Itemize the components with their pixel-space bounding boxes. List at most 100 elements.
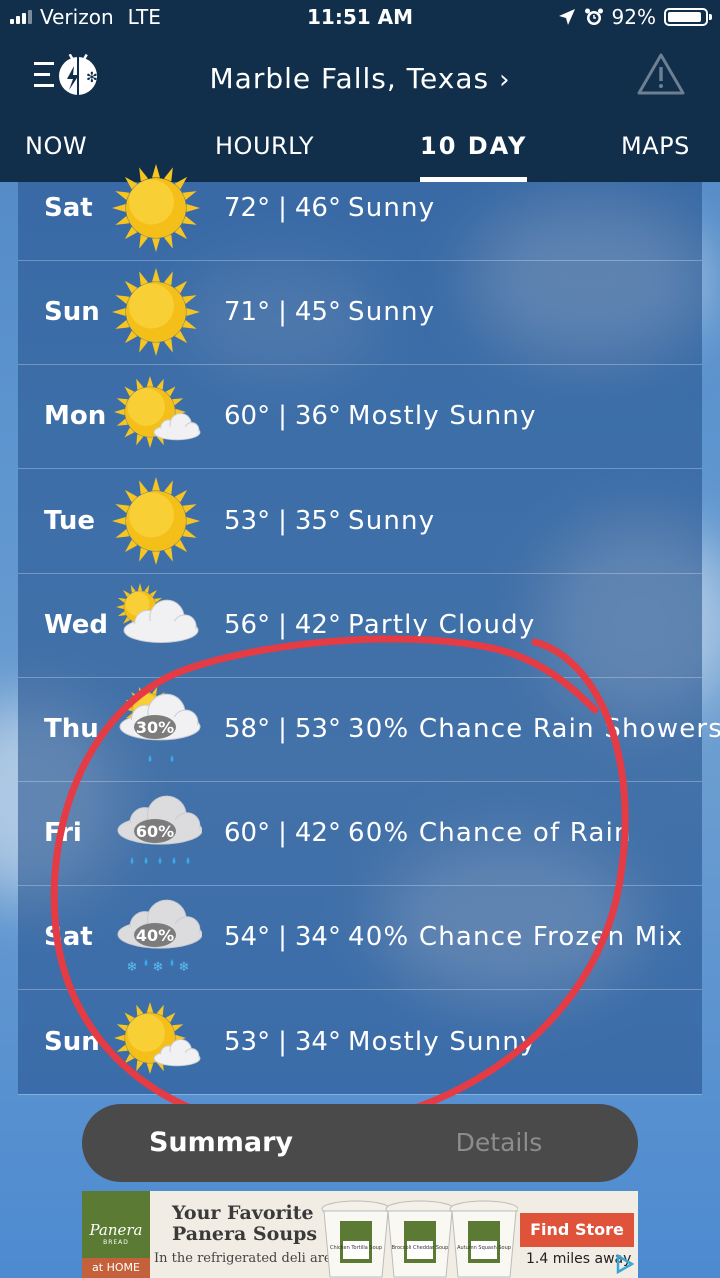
- forecast-row[interactable]: Mon 60° | 36° Mostly Sunny: [18, 364, 702, 470]
- temp-separator: |: [278, 297, 287, 328]
- forecast-condition: 30% Chance Rain Showers: [348, 714, 720, 744]
- soup-containers-image: Chicken Tortilla Soup Broccoli Cheddar S…: [321, 1200, 518, 1278]
- low-temp: 35°: [294, 505, 341, 536]
- chevron-right-icon: ›: [499, 65, 511, 95]
- rain-showers-icon: 30%: [119, 685, 201, 762]
- high-temp: 60°: [224, 401, 271, 432]
- ad-banner[interactable]: Panera BREAD at HOME Your Favorite Paner…: [82, 1191, 638, 1278]
- panera-logo: Panera BREAD at HOME: [82, 1191, 150, 1278]
- mostly-sunny-icon: [114, 376, 201, 449]
- sunny-icon: [112, 268, 200, 357]
- warning-triangle-icon[interactable]: [636, 52, 686, 96]
- soup-label-1: Chicken Tortilla Soup: [330, 1245, 382, 1251]
- forecast-temps: 54° | 34°: [224, 885, 341, 989]
- forecast-temps: 53° | 34°: [224, 990, 341, 1094]
- forecast-condition: Sunny: [348, 297, 436, 328]
- forecast-row[interactable]: Tue 53° | 35° Sunny: [18, 469, 702, 574]
- brand-sub: BREAD: [103, 1239, 129, 1246]
- location-selector[interactable]: Marble Falls, Texas ›: [0, 62, 720, 95]
- forecast-day: Wed: [44, 609, 108, 640]
- sunny-icon: [112, 164, 200, 252]
- forecast-temps: 72° | 46°: [224, 156, 341, 260]
- details-button[interactable]: Details: [360, 1104, 638, 1182]
- high-temp: 58°: [224, 714, 271, 744]
- forecast-row[interactable]: Fri 60% 60° | 42° 60% Chance of Rain: [18, 781, 702, 887]
- location-name: Marble Falls, Texas: [209, 62, 490, 95]
- forecast-condition: Sunny: [348, 505, 436, 536]
- svg-text:❄: ❄: [153, 960, 164, 975]
- temp-separator: |: [278, 193, 287, 223]
- low-temp: 34°: [294, 1026, 341, 1057]
- forecast-row[interactable]: Thu 30% 58° | 53° 30% Chance Rain Showers: [18, 677, 720, 782]
- forecast-row[interactable]: Sun 71° | 45° Sunny: [18, 260, 702, 366]
- status-bar: Verizon LTE 11:51 AM 92%: [0, 0, 720, 36]
- forecast-day: Tue: [44, 505, 96, 536]
- low-temp: 53°: [294, 714, 341, 744]
- forecast-day: Fri: [44, 818, 82, 849]
- adchoices-icon[interactable]: [614, 1254, 634, 1274]
- svg-text:40%: 40%: [136, 926, 174, 945]
- low-temp: 46°: [294, 193, 341, 223]
- mostly-sunny-icon: [114, 1001, 201, 1074]
- forecast-row[interactable]: Sat 72° | 46° Sunny: [18, 156, 702, 261]
- forecast-condition: Mostly Sunny: [348, 401, 537, 432]
- alarm-clock-icon: [584, 8, 603, 25]
- high-temp: 60°: [224, 818, 271, 849]
- forecast-condition: 40% Chance Frozen Mix: [348, 922, 684, 953]
- forecast-temps: 56° | 42°: [224, 573, 341, 677]
- forecast-day: Sun: [44, 297, 100, 328]
- high-temp: 53°: [224, 505, 271, 536]
- high-temp: 53°: [224, 1026, 271, 1057]
- brand-name: Panera: [89, 1221, 143, 1239]
- forecast-day: Sun: [44, 1026, 100, 1057]
- forecast-temps: 58° | 53°: [224, 677, 341, 781]
- battery-percent: 92%: [611, 5, 656, 29]
- svg-text:❄: ❄: [179, 960, 190, 975]
- low-temp: 42°: [294, 818, 341, 849]
- temp-separator: |: [278, 1026, 287, 1057]
- summary-details-toggle: Summary Details: [82, 1104, 638, 1182]
- forecast-day: Thu: [44, 714, 99, 744]
- app-header: ✻ Marble Falls, Texas ›: [0, 36, 720, 124]
- low-temp: 42°: [294, 609, 341, 640]
- temp-separator: |: [278, 609, 287, 640]
- forecast-day: Sat: [44, 193, 93, 223]
- ad-headline-line-2: Panera Soups: [172, 1223, 318, 1245]
- summary-button[interactable]: Summary: [82, 1104, 360, 1182]
- brand-tag: at HOME: [82, 1258, 150, 1278]
- low-temp: 34°: [294, 922, 341, 953]
- ad-headline-line-1: Your Favorite: [172, 1202, 314, 1224]
- forecast-condition: Mostly Sunny: [348, 1026, 537, 1057]
- forecast-temps: 71° | 45°: [224, 260, 341, 364]
- forecast-row[interactable]: Sun 53° | 34° Mostly Sunny: [18, 990, 702, 1095]
- battery-icon: [664, 8, 712, 26]
- rain-icon: 60%: [117, 795, 202, 865]
- temp-separator: |: [278, 505, 287, 536]
- temp-separator: |: [278, 922, 287, 953]
- forecast-row[interactable]: Sat 40% ❄ ❄ ❄ 54° | 34° 40% Chance Frozen Mix: [18, 885, 702, 991]
- forecast-temps: 53° | 35°: [224, 469, 341, 573]
- soup-label-2: Broccoli Cheddar Soup: [392, 1245, 449, 1251]
- high-temp: 54°: [224, 922, 271, 953]
- ad-headline: Your Favorite Panera Soups: [172, 1203, 317, 1245]
- forecast-temps: 60° | 36°: [224, 364, 341, 468]
- temp-separator: |: [278, 714, 287, 744]
- svg-text:60%: 60%: [136, 822, 174, 841]
- temp-separator: |: [278, 401, 287, 432]
- high-temp: 72°: [224, 193, 271, 223]
- forecast-condition: Partly Cloudy: [348, 609, 536, 640]
- low-temp: 36°: [294, 401, 341, 432]
- temp-separator: |: [278, 818, 287, 849]
- frozen-mix-icon: 40% ❄ ❄ ❄: [117, 899, 202, 975]
- forecast-condition: 60% Chance of Rain: [348, 818, 632, 849]
- forecast-list: Sat 72° | 46° Sunny Sun 71° | 45° Sunny Mon 60° | 36…: [18, 164, 720, 1095]
- high-temp: 71°: [224, 297, 271, 328]
- find-store-button[interactable]: Find Store: [520, 1213, 634, 1247]
- partly-cloudy-icon: [116, 582, 199, 643]
- forecast-row[interactable]: Wed 56° | 42° Partly Cloudy: [18, 573, 702, 678]
- svg-text:❄: ❄: [127, 960, 138, 975]
- forecast-day: Sat: [44, 922, 93, 953]
- forecast-condition: Sunny: [348, 193, 436, 223]
- location-arrow-icon: [558, 9, 575, 25]
- forecast-day: Mon: [44, 401, 107, 432]
